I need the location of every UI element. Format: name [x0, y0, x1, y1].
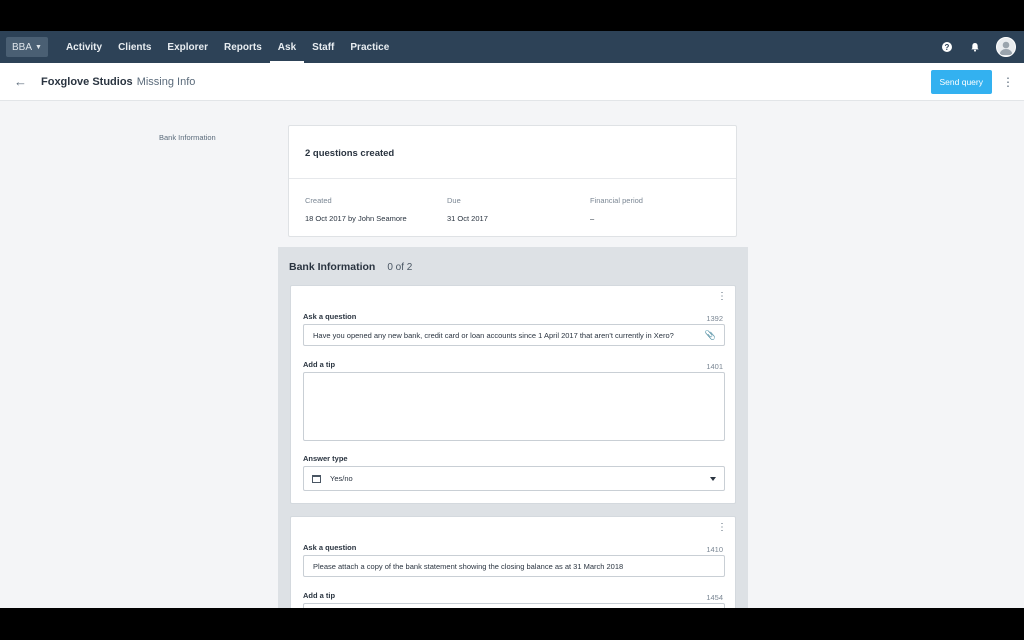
add-tip-textarea[interactable]: [303, 372, 725, 441]
ask-question-count: 1392: [706, 314, 723, 323]
nav-items: Activity Clients Explorer Reports Ask St…: [58, 31, 397, 63]
chevron-down-icon: [710, 476, 716, 481]
avatar-icon: [999, 41, 1013, 55]
add-tip-label: Add a tip: [303, 591, 336, 600]
client-name: Foxglove Studios: [41, 75, 133, 88]
add-tip-count: 1401: [706, 362, 723, 371]
org-switcher-label: BBA: [12, 41, 33, 53]
nav-item-activity[interactable]: Activity: [58, 31, 110, 63]
question-menu-icon[interactable]: ⋮: [717, 292, 727, 302]
ask-question-label: Ask a question: [303, 312, 357, 321]
nav-item-explorer[interactable]: Explorer: [159, 31, 216, 63]
nav-item-practice[interactable]: Practice: [342, 31, 397, 63]
group-title: Bank Information: [289, 261, 376, 273]
question-group: Bank Information 0 of 2 ⋮ Ask a question…: [278, 247, 748, 608]
nav-item-reports[interactable]: Reports: [216, 31, 270, 63]
answer-type-value: Yes/no: [330, 474, 353, 483]
summary-title: 2 questions created: [305, 148, 395, 159]
due-meta: Due 31 Oct 2017: [447, 196, 488, 223]
created-meta: Created 18 Oct 2017 by John Seamore: [305, 196, 407, 223]
send-query-button[interactable]: Send query: [930, 69, 992, 94]
ask-question-input[interactable]: Please attach a copy of the bank stateme…: [303, 555, 725, 577]
ask-question-value: Please attach a copy of the bank stateme…: [313, 561, 624, 571]
help-button[interactable]: ?: [940, 40, 954, 54]
question-menu-icon[interactable]: ⋮: [717, 523, 727, 533]
nav-item-ask[interactable]: Ask: [269, 31, 305, 63]
question-card: ⋮ Ask a question 1392 Have you opened an…: [290, 285, 736, 504]
help-icon: ?: [942, 42, 952, 52]
letterbox-bottom: [0, 608, 1024, 640]
divider: [289, 178, 736, 179]
group-count: 0 of 2: [387, 262, 413, 273]
ask-question-label: Ask a question: [303, 543, 357, 552]
group-header: Bank Information 0 of 2: [289, 261, 412, 273]
financial-period-value: –: [590, 214, 595, 223]
ask-question-input[interactable]: Have you opened any new bank, credit car…: [303, 324, 725, 346]
calendar-icon: [312, 474, 321, 483]
app-window: BBA ▼ Activity Clients Explorer Reports …: [0, 31, 1024, 608]
back-arrow-icon[interactable]: ←: [14, 74, 27, 89]
notifications-button[interactable]: [968, 40, 982, 54]
org-switcher[interactable]: BBA ▼: [6, 37, 48, 57]
ask-question-value: Have you opened any new bank, credit car…: [313, 330, 674, 340]
section-label: Bank Information: [159, 133, 216, 142]
due-value: 31 Oct 2017: [447, 214, 488, 223]
top-navigation: BBA ▼ Activity Clients Explorer Reports …: [0, 31, 1024, 63]
add-tip-count: 1454: [706, 593, 723, 602]
page-header: ← Foxglove Studios Missing Info Send que…: [0, 63, 1024, 101]
add-tip-label: Add a tip: [303, 360, 336, 369]
bell-icon: [971, 43, 979, 52]
attachment-icon[interactable]: 📎: [705, 330, 716, 341]
question-card: ⋮ Ask a question 1410 Please attach a co…: [290, 516, 736, 608]
nav-right-tools: ?: [940, 37, 1018, 57]
page-title: Missing Info: [136, 75, 196, 88]
more-options-icon[interactable]: ⋮: [1002, 75, 1014, 89]
created-label: Created: [305, 196, 332, 205]
nav-item-clients[interactable]: Clients: [110, 31, 159, 63]
financial-period-meta: Financial period –: [590, 196, 643, 223]
caret-down-icon: ▼: [35, 43, 42, 51]
summary-card: 2 questions created Created 18 Oct 2017 …: [288, 125, 737, 237]
financial-period-label: Financial period: [590, 196, 643, 205]
ask-question-count: 1410: [706, 545, 723, 554]
answer-type-select[interactable]: Yes/no: [303, 466, 725, 491]
nav-item-staff[interactable]: Staff: [304, 31, 342, 63]
user-avatar[interactable]: [996, 37, 1016, 57]
created-value: 18 Oct 2017 by John Seamore: [305, 214, 407, 223]
letterbox-top: [0, 0, 1024, 31]
answer-type-label: Answer type: [303, 454, 348, 463]
due-label: Due: [447, 196, 461, 205]
